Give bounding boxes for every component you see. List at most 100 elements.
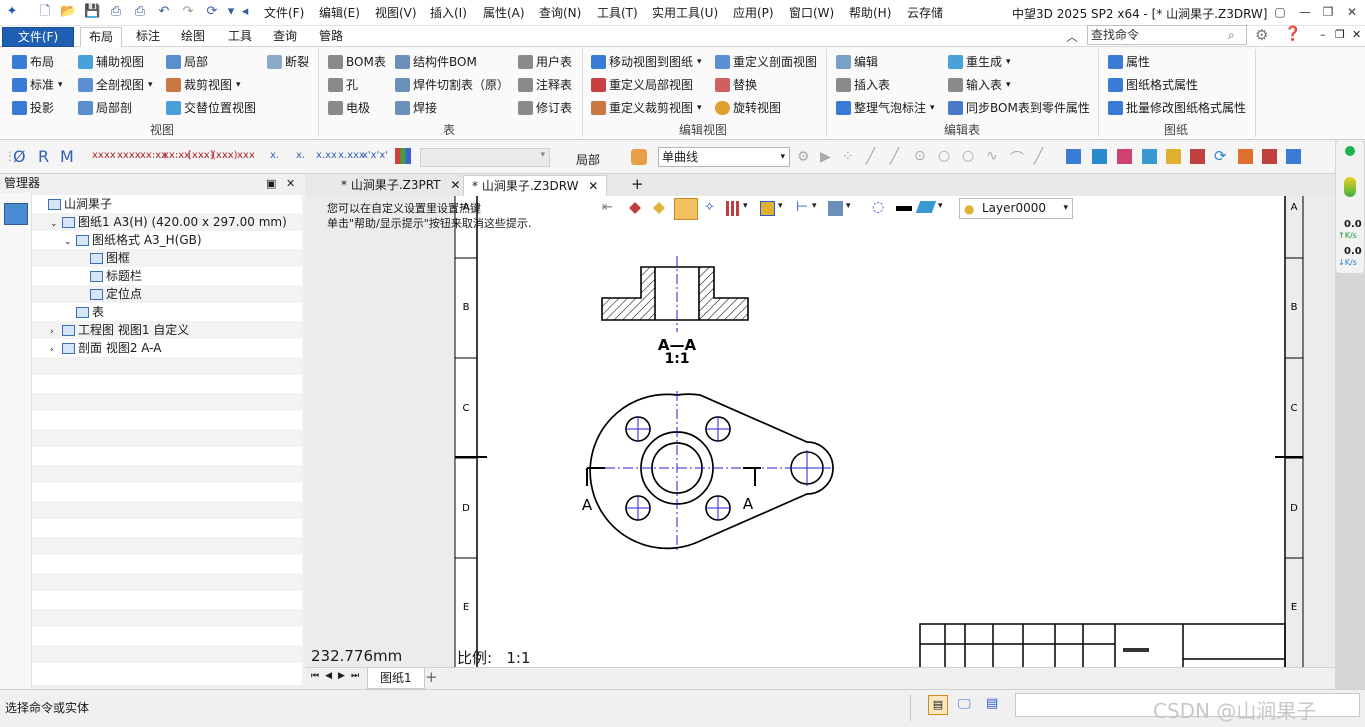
format-xxx-icon[interactable]: x.xx bbox=[316, 150, 337, 161]
subscript-icon[interactable]: x. bbox=[270, 150, 279, 161]
crop-view-button[interactable]: 裁剪视图 ▾ bbox=[166, 75, 241, 95]
full-section-button[interactable]: 全剖视图 ▾ bbox=[78, 75, 153, 95]
redefine-detail-view-button[interactable]: 重定义局部视图 bbox=[591, 75, 693, 95]
circle-icon[interactable]: ○ bbox=[938, 148, 950, 164]
view-box-icon[interactable] bbox=[760, 201, 775, 216]
tree-expander-icon[interactable]: › bbox=[50, 341, 62, 359]
redefine-crop-view-button[interactable]: 重定义裁剪视图 ▾ bbox=[591, 98, 702, 118]
search-input[interactable]: 查找命令 ⌕ bbox=[1087, 25, 1247, 45]
tab-query[interactable]: 查询 bbox=[265, 27, 305, 47]
restore-icon[interactable]: ❐ bbox=[1318, 3, 1338, 21]
dropdown-arrow-icon[interactable]: ▾ bbox=[226, 4, 236, 20]
tool-f-icon[interactable] bbox=[1190, 149, 1205, 164]
format-xxxx2-icon[interactable]: x.xxx bbox=[338, 150, 365, 161]
drawing-canvas[interactable]: AABBCCDDEE A—A 1:1 A A 您可以在自定义设置里设置热键 单击… bbox=[305, 196, 1335, 667]
tree-item[interactable]: 图框 bbox=[32, 249, 302, 267]
tool-d-icon[interactable] bbox=[1142, 149, 1157, 164]
tool-j-icon[interactable] bbox=[1286, 149, 1301, 164]
print-icon[interactable]: ⎙ bbox=[108, 4, 124, 20]
minimize-icon[interactable]: — bbox=[1295, 3, 1315, 21]
sheet-properties-button[interactable]: 属性 bbox=[1108, 52, 1150, 72]
play-icon[interactable]: ▶ bbox=[820, 149, 831, 165]
projection-button[interactable]: 投影 bbox=[12, 98, 54, 118]
chevron-down-icon[interactable]: ▾ bbox=[778, 201, 783, 211]
open-file-icon[interactable]: 📂 bbox=[60, 4, 76, 20]
new-file-icon[interactable]: 🗋 bbox=[37, 4, 53, 20]
rotate-view-button[interactable]: 旋转视图 bbox=[715, 98, 781, 118]
pin-icon[interactable]: ▣ bbox=[266, 174, 276, 193]
tree-item[interactable]: › 剖面 视图2 A-A bbox=[32, 339, 302, 357]
menu-apps[interactable]: 应用(P) bbox=[733, 5, 774, 21]
filter-icon[interactable] bbox=[631, 149, 647, 165]
close-icon[interactable]: ✕ bbox=[450, 178, 460, 192]
chevron-down-icon[interactable]: ▾ bbox=[743, 201, 748, 211]
help-icon[interactable]: ❓ bbox=[1284, 26, 1301, 42]
close-icon[interactable]: ✕ bbox=[1342, 3, 1362, 21]
move-view-to-sheet-button[interactable]: 移动视图到图纸 ▾ bbox=[591, 52, 702, 72]
add-sheet-plus-icon[interactable]: + bbox=[425, 668, 438, 686]
revision-table-button[interactable]: 修订表 bbox=[518, 98, 572, 118]
format-xxxx-icon[interactable]: xxxx bbox=[92, 150, 116, 161]
exit-icon[interactable]: ⇤ bbox=[602, 200, 613, 215]
new-tab-plus-icon[interactable]: + bbox=[623, 175, 652, 196]
user-table-button[interactable]: 用户表 bbox=[518, 52, 572, 72]
layout-button[interactable]: 布局 bbox=[12, 52, 54, 72]
material-symbol-button[interactable]: M bbox=[60, 147, 74, 166]
layer-select[interactable]: ● Layer0000 ▾ bbox=[959, 198, 1073, 219]
menu-properties[interactable]: 属性(A) bbox=[483, 5, 525, 21]
redo-icon[interactable]: ↷ bbox=[180, 4, 196, 20]
menu-help[interactable]: 帮助(H) bbox=[849, 5, 891, 21]
sheet-format-properties-button[interactable]: 图纸格式属性 bbox=[1108, 75, 1198, 95]
close-icon[interactable]: ✕ bbox=[588, 179, 598, 193]
grid-icon[interactable] bbox=[726, 201, 741, 216]
chevron-down-icon[interactable]: ▾ bbox=[938, 201, 943, 211]
menu-file[interactable]: 文件(F) bbox=[264, 5, 304, 21]
edit-table-button[interactable]: 编辑 bbox=[836, 52, 878, 72]
tab-annotate[interactable]: 标注 bbox=[128, 27, 168, 47]
points-icon[interactable]: ⁘ bbox=[842, 149, 854, 165]
standard-view-button[interactable]: 标准 ▾ bbox=[12, 75, 63, 95]
menu-cloud[interactable]: 云存储 bbox=[907, 5, 943, 21]
tree-item[interactable]: ⌄ 图纸1 A3(H) (420.00 x 297.00 mm) bbox=[32, 213, 302, 231]
bom-table-button[interactable]: BOM表 bbox=[328, 52, 386, 72]
list-view-icon[interactable]: ▤ bbox=[986, 696, 998, 711]
structural-bom-button[interactable]: 结构件BOM bbox=[395, 52, 477, 72]
redefine-section-view-button[interactable]: 重定义剖面视图 bbox=[715, 52, 817, 72]
chevron-down-icon[interactable]: ▾ bbox=[812, 201, 817, 211]
wand-icon[interactable]: ✧ bbox=[704, 200, 715, 215]
import-table-button[interactable]: 输入表 ▾ bbox=[948, 75, 1011, 95]
radius-symbol-button[interactable]: R bbox=[38, 147, 49, 166]
auxiliary-view-button[interactable]: 辅助视图 bbox=[78, 52, 144, 72]
curve-type-select[interactable]: 单曲线 ▾ bbox=[658, 147, 790, 167]
replace-button[interactable]: 替换 bbox=[715, 75, 757, 95]
arc-icon[interactable]: ⌒ bbox=[1010, 148, 1024, 168]
refresh-icon[interactable]: ⟳ bbox=[204, 4, 220, 20]
manager-close-icon[interactable]: ✕ bbox=[286, 174, 295, 193]
circle2-icon[interactable]: ○ bbox=[962, 148, 974, 164]
align-icon[interactable] bbox=[828, 201, 843, 216]
format-boxed-icon[interactable]: xxxx bbox=[117, 150, 141, 161]
line2-icon[interactable]: ╱ bbox=[890, 147, 899, 165]
highlight-tool-icon[interactable] bbox=[674, 198, 698, 220]
settings-gear-icon[interactable]: ⚙ bbox=[1255, 26, 1268, 44]
format-italic-icon[interactable]: x'x'x' bbox=[362, 150, 388, 161]
tool-h-icon[interactable] bbox=[1238, 149, 1253, 164]
snap-gear-icon[interactable]: ⚙ bbox=[797, 149, 810, 165]
diameter-symbol-button[interactable]: Ø bbox=[13, 147, 26, 166]
chevron-down-icon[interactable]: ▾ bbox=[846, 201, 851, 211]
note-table-button[interactable]: 注释表 bbox=[518, 75, 572, 95]
monitor-icon[interactable]: 🖵 bbox=[958, 697, 971, 712]
tree-item[interactable]: 标题栏 bbox=[32, 267, 302, 285]
sheet-tab-1[interactable]: 图纸1 bbox=[367, 668, 425, 689]
menu-insert[interactable]: 插入(I) bbox=[430, 5, 467, 21]
tree-item[interactable]: 山涧果子 bbox=[32, 195, 302, 213]
line3-icon[interactable]: ╱ bbox=[1034, 147, 1043, 165]
tab-layout[interactable]: 布局 bbox=[80, 27, 123, 47]
batch-modify-format-button[interactable]: 批量修改图纸格式属性 bbox=[1108, 98, 1246, 118]
menu-tools[interactable]: 工具(T) bbox=[597, 5, 638, 21]
tree-panel-icon[interactable] bbox=[4, 203, 28, 225]
alternate-position-view-button[interactable]: 交替位置视图 bbox=[166, 98, 256, 118]
drawing-sheet[interactable]: A AB BC CD DE E A—A 1:1 A A bbox=[305, 196, 1335, 667]
format-xx-dot-icon[interactable]: xx:xx bbox=[163, 150, 190, 161]
tool-e-icon[interactable] bbox=[1166, 149, 1181, 164]
